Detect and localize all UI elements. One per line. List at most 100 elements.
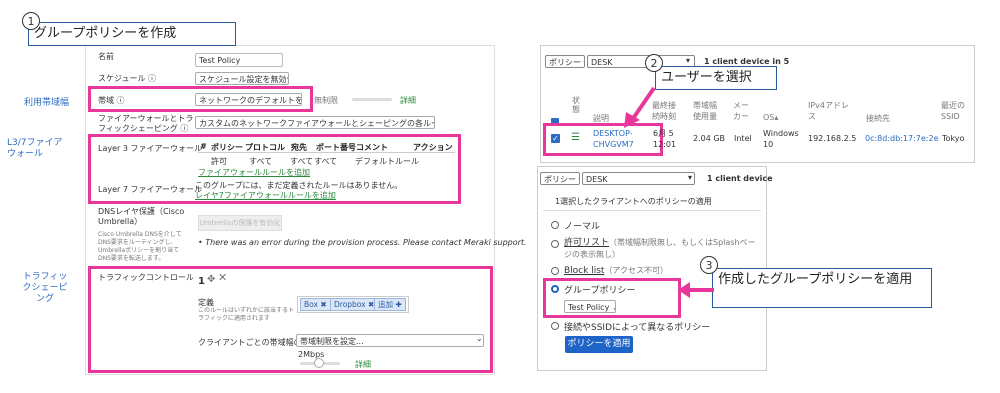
group-policy-select[interactable]: Test Policy ⌄ [564,300,616,313]
tag-dropbox-label: Dropbox [334,300,366,309]
header-usage[interactable]: 帯域幅使用量 [693,100,721,122]
schedule-label: スケジュール ⓘ [98,73,156,84]
dns-label: DNSレイヤ保護（Cisco Umbrella） [98,207,185,226]
client-usage: 2.04 GB [693,134,726,143]
bandwidth-select[interactable]: ネットワークのデフォルトを使用 ⌄ [195,93,302,106]
close-icon[interactable]: ✕ [218,271,227,284]
client-description-link[interactable]: DESKTOP-CHVGVM7 [593,128,648,150]
chevron-down-icon: ⌄ [476,334,483,343]
group-policy-select-value: Test Policy [568,303,610,312]
sort-icon: ▴ [774,113,779,122]
callout-1: グループポリシーを作成 [28,22,236,46]
option-allow-list[interactable]: 許可リスト（帯域幅制限無し、もしくはSplashページの表示無し） [564,237,759,261]
client-ip: 192.168.2.5 [808,134,857,143]
header-status[interactable]: 状態 [572,96,581,114]
option-group-policy-label[interactable]: グループポリシー [564,283,635,296]
client-os: Windows 10 [763,129,799,149]
callout-1-text: グループポリシーを作成 [34,26,177,41]
header-os[interactable]: OS▴ [763,113,778,122]
radio-group-policy[interactable] [551,285,559,293]
client-count-text: 1 client device in 5 [704,57,790,66]
info-icon: ⓘ [116,96,125,105]
header-ip[interactable]: IPv4アドレス [808,100,850,122]
option-normal-label[interactable]: ノーマル [564,219,600,232]
policy-dropdown-button-2[interactable]: ポリシー ▾ [540,172,580,185]
policy-dropdown-label-2: ポリシー [544,175,576,184]
option-per-connection-label[interactable]: 接続やSSIDによって異なるポリシー [564,320,710,333]
client-manufacturer: Intel [734,134,752,143]
bandwidth-label-text: 帯域 [98,96,114,105]
tag-add-label: 追加 [378,300,393,309]
slider-handle[interactable] [314,358,324,368]
fw-shaping-select-value: カスタムのネットワークファイアウォールとシェーピングの各ルールを作成 [199,119,434,128]
dns-error-text: • There was an error during the provisio… [198,238,527,247]
schedule-select[interactable]: スケジュール設定を無効化 ⌄ [195,72,289,85]
policy-dropdown-label: ポリシー [549,58,581,67]
option-block-list-note: （アクセス不可） [604,266,669,275]
l3-cell-comment: デフォルトルール [355,157,419,166]
client-search-input-2[interactable]: DESK [582,172,695,185]
tag-box: Box ✖ [300,298,331,311]
radio-block-list[interactable] [551,267,559,275]
fw-shaping-label: ファイアーウォールとトラフィックシェーピング ⓘ [98,114,194,134]
wifi-icon: ☰ [571,132,580,143]
callout-2-number: 2 [645,54,663,72]
caret-down-icon: ▾ [584,58,585,67]
tag-remove-icon[interactable]: ✖ [320,300,326,309]
search-caret-icon: ▾ [688,173,693,182]
move-icon[interactable]: ✥ [207,274,215,285]
tag-add-button[interactable]: 追加 ✚ [374,298,406,311]
label-bandwidth: 利用帯域幅 [24,98,70,108]
tag-dropbox: Dropbox ✖ [330,298,379,311]
label-traffic-shaping: トラフィックシェーピング [22,272,68,304]
dns-error-message: There was an error during the provision … [205,238,527,247]
traffic-rule-number: 1 [198,276,205,287]
callout-2: ユーザーを選択 [655,66,777,90]
callout-3-text: 作成したグループポリシーを適用 [718,272,913,287]
l3-cell-policy: 許可 [211,157,227,166]
callout-1-number: 1 [22,12,40,30]
policy-menu-divider [543,210,761,211]
name-label: 名前 [98,52,114,61]
policy-dropdown-button[interactable]: ポリシー ▾ [545,55,585,68]
schedule-select-value: スケジュール設定を無効化 [199,75,289,84]
client-search-value: DESK [591,58,613,67]
apply-policy-button[interactable]: ポリシーを適用 [565,336,633,353]
header-last-seen[interactable]: 最終接続時刻 [652,100,676,122]
radio-allow-list[interactable] [551,240,559,248]
bandwidth-detail-link[interactable]: 詳細 [400,95,416,106]
info-icon: ⓘ [148,74,156,83]
header-os-label: OS [763,113,775,122]
name-input[interactable]: Test Policy [195,53,283,67]
l7-add-rule-link[interactable]: レイヤ7ファイアウォールルールを追加 [195,190,336,201]
l3-cell-protocol: すべて [249,157,273,166]
header-manufacturer[interactable]: メーカー [733,100,753,122]
row-checkbox[interactable]: ✓ [551,134,560,143]
radio-per-connection[interactable] [551,322,559,330]
l3-cell-port: すべて [314,157,338,166]
l3-header-num: # [200,142,207,151]
category-description: このルールはいずれかに該当するトラフィックに適用されます [198,307,295,322]
header-connected-to[interactable]: 接続先 [866,113,890,124]
search-caret-icon: ▾ [686,56,691,65]
info-icon: ⓘ [180,124,189,133]
dns-description: Cisco Umbrella DNSを介してDNS要求をルーティングし、Umbr… [98,231,182,262]
l7-label: Layer 7 ファイアーウォール [98,185,202,194]
slider-detail-link[interactable]: 詳細 [355,359,371,370]
radio-normal[interactable] [551,221,559,229]
option-block-list[interactable]: Block list（アクセス不可） [564,265,668,276]
header-ssid[interactable]: 最近のSSID [941,100,971,122]
fw-shaping-select[interactable]: カスタムのネットワークファイアウォールとシェーピングの各ルールを作成 ⌄ [195,116,435,129]
client-mac-link[interactable]: 0c:8d:db:17:7e:2e [865,134,939,143]
l3-cell-dest: すべて [290,157,314,166]
bandwidth-slider[interactable] [352,98,392,101]
client-last-seen: 6月 5 12:01 [653,129,677,149]
label-l37-firewall: L3/7ファイアウォール [7,138,63,159]
l3-header-divider [198,152,455,153]
dns-enable-button[interactable]: Umbrellaの保護を有効化 [198,215,282,231]
l3-add-rule-link[interactable]: ファイアウォールルールを追加 [198,167,310,178]
tag-box-label: Box [304,300,318,309]
client-bw-select-value: 帯域制限を設定... [300,337,364,346]
chevron-down-icon: ⌄ [612,303,615,312]
client-bw-select[interactable]: 帯域制限を設定... [296,334,484,347]
